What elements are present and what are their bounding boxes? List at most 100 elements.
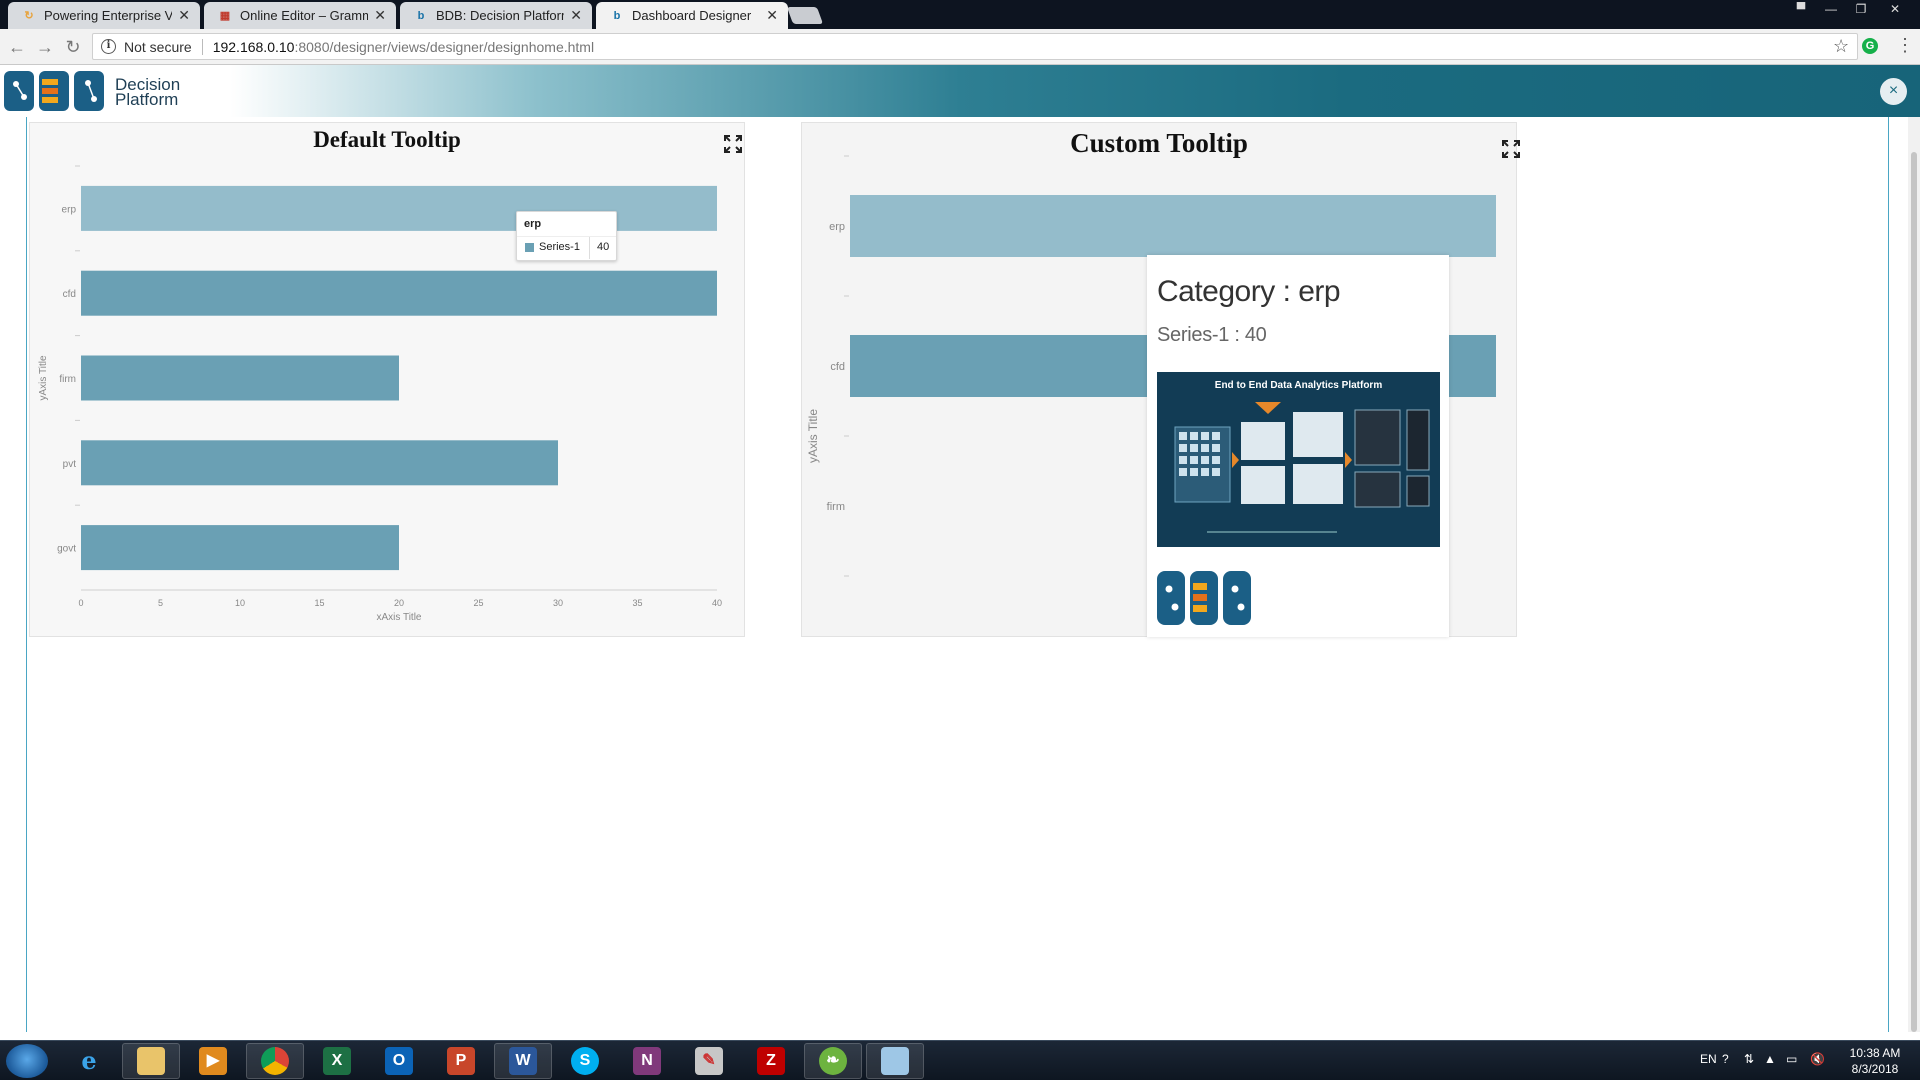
browser-tab-2[interactable]: ▦ Online Editor – Grammar ✕ bbox=[204, 2, 396, 29]
url-path: :8080/designer/views/designer/designhome… bbox=[294, 38, 595, 55]
poster-graphic bbox=[1174, 402, 1430, 533]
restore-icon[interactable]: ❐ bbox=[1846, 0, 1876, 18]
volume-muted-icon[interactable]: 🔇 bbox=[1810, 1052, 1825, 1066]
bar-firm bbox=[81, 355, 399, 401]
tooltip-divider bbox=[589, 237, 590, 259]
start-button[interactable] bbox=[6, 1044, 48, 1078]
bar-erp bbox=[81, 185, 717, 231]
x-tick-label: 35 bbox=[632, 598, 642, 608]
browser-tab-3[interactable]: b BDB: Decision Platform ✕ bbox=[400, 2, 592, 29]
close-designer-button[interactable]: × bbox=[1880, 78, 1907, 105]
tooltip-series-row: Series-1 40 bbox=[517, 236, 616, 259]
address-separator bbox=[201, 38, 203, 55]
back-icon[interactable]: ← bbox=[6, 37, 28, 57]
onenote-icon[interactable]: N bbox=[618, 1043, 676, 1079]
spring-icon[interactable]: ❧ bbox=[804, 1043, 862, 1079]
windows-taskbar: e ▶ X O P W S N ✎ Z ❧ EN ? ⇅ ▲ ▭ 🔇 10:38… bbox=[0, 1040, 1920, 1080]
info-icon[interactable]: i bbox=[101, 39, 116, 54]
x-tick-label: 15 bbox=[314, 598, 324, 608]
scrollbar-thumb[interactable] bbox=[1911, 152, 1917, 1032]
x-axis-title: xAxis Title bbox=[376, 612, 421, 623]
filezilla-icon[interactable]: Z bbox=[742, 1043, 800, 1079]
bdb-logo-icon bbox=[4, 71, 104, 111]
skype-icon[interactable]: S bbox=[556, 1043, 614, 1079]
app-header: Decision Platform × bbox=[0, 65, 1920, 117]
tooltip-series: Series-1 : 40 bbox=[1157, 324, 1267, 346]
chrome-icon[interactable] bbox=[246, 1043, 304, 1079]
tooltip-value: 40 bbox=[597, 241, 610, 253]
b-icon: b bbox=[417, 9, 425, 22]
paint-icon[interactable]: ✎ bbox=[680, 1043, 738, 1079]
bar-cfd bbox=[81, 270, 717, 316]
default-tooltip-chart-panel[interactable]: Default Tooltip erp cfd firm pvt govt 0 5 10 15 2… bbox=[29, 122, 745, 637]
tab-title: Dashboard Designer bbox=[632, 8, 752, 23]
new-tab-button[interactable] bbox=[786, 7, 824, 24]
network-icon[interactable]: ⇅ bbox=[1744, 1052, 1754, 1066]
tab-title: BDB: Decision Platform bbox=[436, 8, 565, 23]
browser-tab-1[interactable]: ↻ Powering Enterprise Vide ✕ bbox=[8, 2, 200, 29]
grid-icon: ▦ bbox=[219, 10, 231, 22]
bar-chart-default: erp cfd firm pvt govt 0 5 10 15 20 25 30 35 40 xAxis T… bbox=[38, 165, 722, 623]
bdb-mini-logo bbox=[1157, 571, 1251, 625]
x-tick-label: 25 bbox=[473, 598, 483, 608]
address-bar[interactable]: i Not secure 192.168.0.10:8080/designer/… bbox=[92, 33, 1858, 60]
outlook-icon[interactable]: O bbox=[370, 1043, 428, 1079]
custom-tooltip: Category : erp Series-1 : 40 End to End … bbox=[1147, 255, 1449, 637]
tooltip-category: erp bbox=[524, 218, 542, 230]
tray-expand-icon[interactable]: ▲ bbox=[1764, 1052, 1776, 1066]
y-tick-label: firm bbox=[59, 374, 76, 385]
language-indicator[interactable]: EN bbox=[1700, 1052, 1717, 1066]
y-tick-label: govt bbox=[57, 544, 76, 555]
bar-pvt bbox=[81, 440, 558, 486]
word-icon[interactable]: W bbox=[494, 1043, 552, 1079]
x-tick-label: 0 bbox=[78, 598, 83, 608]
explorer-icon[interactable] bbox=[122, 1043, 180, 1079]
clock-time: 10:38 AM bbox=[1849, 1046, 1901, 1060]
reload-icon[interactable]: ↻ bbox=[62, 37, 84, 57]
bdb-logo bbox=[4, 69, 110, 113]
tab-title: Online Editor – Grammar bbox=[240, 8, 369, 23]
bar-erp bbox=[850, 195, 1496, 257]
swirl-icon: ↻ bbox=[24, 10, 34, 22]
bar-govt bbox=[81, 525, 399, 571]
y-tick-label: firm bbox=[827, 501, 845, 513]
y-tick-label: pvt bbox=[63, 459, 77, 470]
x-tick-label: 5 bbox=[158, 598, 163, 608]
browser-toolbar: ← → ↻ i Not secure 192.168.0.10:8080/des… bbox=[0, 29, 1920, 65]
b-icon: b bbox=[613, 9, 621, 22]
y-axis-title: yAxis Title bbox=[806, 409, 820, 463]
close-tab-icon[interactable]: ✕ bbox=[570, 7, 582, 24]
powerpoint-icon[interactable]: P bbox=[432, 1043, 490, 1079]
x-tick-label: 20 bbox=[394, 598, 404, 608]
security-label: Not secure bbox=[124, 38, 192, 55]
tooltip-category: Category : erp bbox=[1157, 275, 1341, 308]
help-icon[interactable]: ? bbox=[1722, 1052, 1729, 1066]
y-tick-label: cfd bbox=[63, 289, 76, 300]
close-tab-icon[interactable]: ✕ bbox=[766, 7, 778, 24]
tab-title: Powering Enterprise Vide bbox=[44, 8, 173, 23]
browser-tab-4[interactable]: b Dashboard Designer ✕ bbox=[596, 2, 788, 29]
series-swatch bbox=[525, 243, 534, 252]
user-icon[interactable]: ▀ bbox=[1786, 0, 1816, 18]
excel-icon[interactable]: X bbox=[308, 1043, 366, 1079]
media-player-icon[interactable]: ▶ bbox=[184, 1043, 242, 1079]
minimize-icon[interactable]: — bbox=[1816, 0, 1846, 18]
forward-icon[interactable]: → bbox=[34, 37, 56, 57]
browser-menu-icon[interactable]: ⋮ bbox=[1896, 35, 1914, 56]
url-host: 192.168.0.10 bbox=[212, 38, 295, 55]
close-tab-icon[interactable]: ✕ bbox=[374, 7, 386, 24]
notepad-icon[interactable] bbox=[866, 1043, 924, 1079]
default-tooltip: erp Series-1 40 bbox=[516, 211, 617, 261]
y-tick-label: erp bbox=[829, 221, 845, 233]
monitor-icon[interactable]: ▭ bbox=[1786, 1052, 1797, 1066]
ie-icon[interactable]: e bbox=[60, 1043, 118, 1079]
bookmark-star-icon[interactable]: ☆ bbox=[1833, 36, 1849, 57]
system-clock[interactable]: 10:38 AM 8/3/2018 bbox=[1840, 1045, 1910, 1077]
window-close-icon[interactable]: ✕ bbox=[1880, 0, 1910, 18]
grammarly-extension-icon[interactable]: G bbox=[1862, 38, 1878, 54]
analytics-platform-image: End to End Data Analytics Platform bbox=[1157, 372, 1440, 547]
x-tick-label: 40 bbox=[712, 598, 722, 608]
y-tick-label: erp bbox=[62, 204, 77, 215]
close-tab-icon[interactable]: ✕ bbox=[178, 7, 190, 24]
brand-name: Decision Platform bbox=[115, 76, 180, 108]
